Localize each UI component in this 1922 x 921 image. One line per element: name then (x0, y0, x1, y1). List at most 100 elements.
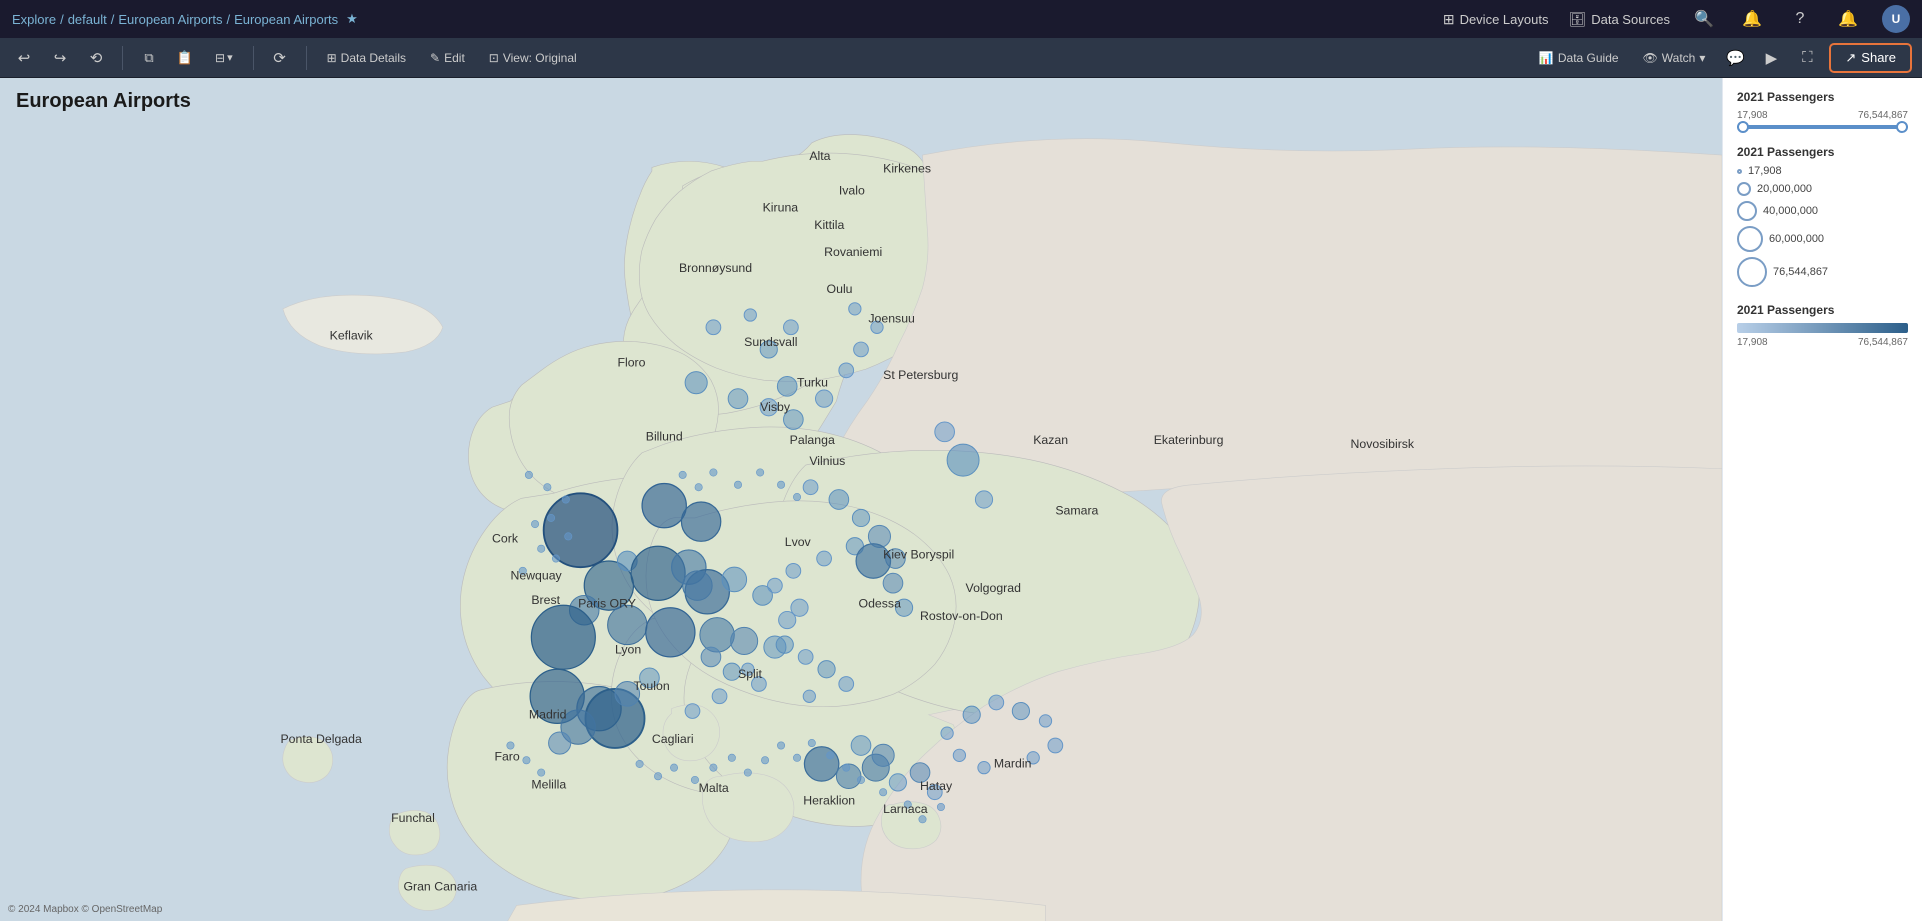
main-content: European Airports (0, 78, 1922, 921)
sep3: / (226, 12, 230, 27)
gradient-labels: 17,908 76,544,867 (1737, 337, 1908, 348)
svg-text:Kiruna: Kiruna (763, 201, 799, 215)
svg-text:Malta: Malta (699, 781, 729, 795)
breadcrumb: Explore / default / European Airports / … (12, 11, 358, 27)
legend-circle-4 (1737, 226, 1763, 252)
svg-text:Kirkenes: Kirkenes (883, 161, 931, 175)
bubble-legend-title: 2021 Passengers (1737, 145, 1908, 159)
current-page-breadcrumb: European Airports (234, 12, 338, 27)
explore-link[interactable]: Explore (12, 12, 56, 27)
bubble-legend-section: 2021 Passengers 17,908 20,000,000 40,000… (1737, 145, 1908, 287)
color-legend-section: 2021 Passengers 17,908 76,544,867 (1737, 303, 1908, 348)
svg-text:Lvov: Lvov (785, 535, 812, 549)
redo-button[interactable]: ↪ (46, 44, 74, 72)
history-button[interactable]: ⟲ (82, 44, 110, 72)
data-guide-button[interactable]: 📊 Data Guide (1531, 47, 1627, 69)
svg-text:Vilnius: Vilnius (809, 454, 845, 468)
page-title: European Airports (16, 90, 191, 113)
share-button[interactable]: ↗ Share (1829, 43, 1912, 73)
toolbar: ↩ ↪ ⟲ ⧉ 📋 ⊟ ▾ ⟳ ⊞ Data Details ✎ Edit ⊡ … (0, 38, 1922, 78)
user-avatar[interactable]: U (1882, 5, 1910, 33)
paste-button[interactable]: 📋 (171, 44, 199, 72)
toolbar-right: 📊 Data Guide 👁 Watch ▾ 💬 ▶ ⛶ ↗ Share (1531, 43, 1912, 73)
svg-text:Larnaca: Larnaca (883, 802, 928, 816)
svg-text:Sundsvall: Sundsvall (744, 335, 797, 349)
svg-text:Kiev Boryspil: Kiev Boryspil (883, 548, 954, 562)
legend-circle-2 (1737, 182, 1751, 196)
svg-text:Keflavik: Keflavik (330, 329, 374, 343)
svg-text:Rovaniemi: Rovaniemi (824, 245, 882, 259)
slider-handle-right[interactable] (1896, 121, 1908, 133)
share-icon: ↗ (1845, 50, 1856, 66)
search-button[interactable]: 🔍 (1690, 5, 1718, 33)
top-nav-right: ⊞ Device Layouts 🗄 Data Sources 🔍 🔔 ? 🔔 … (1443, 5, 1910, 33)
data-sources-button[interactable]: 🗄 Data Sources (1568, 11, 1670, 28)
data-details-button[interactable]: ⊞ Data Details (319, 47, 414, 69)
watch-icon: 👁 (1643, 51, 1658, 65)
svg-text:Floro: Floro (617, 356, 645, 370)
undo-button[interactable]: ↩ (10, 44, 38, 72)
top-navigation: Explore / default / European Airports / … (0, 0, 1922, 38)
svg-text:Brest: Brest (531, 593, 560, 607)
slider-fill (1737, 125, 1908, 129)
size-slider[interactable] (1737, 125, 1908, 129)
svg-text:Toulon: Toulon (633, 679, 669, 693)
breadcrumb-airports-link[interactable]: European Airports (118, 12, 222, 27)
svg-text:Palanga: Palanga (790, 433, 835, 447)
default-link[interactable]: default (68, 12, 107, 27)
view-icon: ⊡ (489, 51, 499, 65)
format-dropdown[interactable]: ⊟ ▾ (207, 47, 241, 69)
svg-text:Funchal: Funchal (391, 811, 435, 825)
svg-text:Madrid: Madrid (529, 707, 567, 721)
color-legend-title: 2021 Passengers (1737, 303, 1908, 317)
slider-max-label: 76,544,867 (1858, 110, 1908, 121)
legend-item-2: 20,000,000 (1737, 182, 1908, 196)
sep2: / (111, 12, 115, 27)
svg-text:Joensuu: Joensuu (868, 311, 915, 325)
separator-1 (122, 46, 123, 70)
data-details-icon: ⊞ (327, 51, 337, 65)
comment-button[interactable]: 💬 (1721, 44, 1749, 72)
legend-circle-3 (1737, 201, 1757, 221)
svg-text:Turku: Turku (797, 375, 828, 389)
svg-text:Paris ORY: Paris ORY (578, 597, 636, 611)
legend-circle-5 (1737, 257, 1767, 287)
svg-text:Mardin: Mardin (994, 757, 1032, 771)
map-area[interactable]: European Airports (0, 78, 1722, 921)
slider-handle-left[interactable] (1737, 121, 1749, 133)
view-original-button[interactable]: ⊡ View: Original (481, 47, 585, 69)
svg-text:Rostov-on-Don: Rostov-on-Don (920, 609, 1003, 623)
data-guide-icon: 📊 (1539, 51, 1554, 65)
svg-text:Volgograd: Volgograd (966, 581, 1022, 595)
slider-track (1737, 125, 1908, 129)
device-layouts-button[interactable]: ⊞ Device Layouts (1443, 11, 1549, 28)
right-panel: 2021 Passengers 17,908 76,544,867 2021 P… (1722, 78, 1922, 921)
watch-button[interactable]: 👁 Watch ▾ (1635, 47, 1714, 69)
legend-item-5: 76,544,867 (1737, 257, 1908, 287)
present-button[interactable]: ▶ (1757, 44, 1785, 72)
legend-label-2: 20,000,000 (1757, 183, 1812, 195)
map-svg: Alta Kirkenes Kiruna Ivalo Kittila Rovan… (0, 78, 1722, 921)
notifications-button[interactable]: 🔔 (1738, 5, 1766, 33)
svg-text:Melilla: Melilla (531, 778, 566, 792)
svg-text:Ivalo: Ivalo (839, 183, 865, 197)
format-icon: ⊟ (215, 51, 225, 65)
bubble-legend-items: 17,908 20,000,000 40,000,000 60,000,000 … (1737, 165, 1908, 287)
alerts-button[interactable]: 🔔 (1834, 5, 1862, 33)
legend-item-4: 60,000,000 (1737, 226, 1908, 252)
device-layouts-icon: ⊞ (1443, 11, 1455, 28)
copy-button[interactable]: ⧉ (135, 44, 163, 72)
size-slider-section: 2021 Passengers 17,908 76,544,867 (1737, 90, 1908, 129)
map-credit: © 2024 Mapbox © OpenStreetMap (8, 904, 162, 915)
fullscreen-button[interactable]: ⛶ (1793, 44, 1821, 72)
refresh-button[interactable]: ⟳ (266, 44, 294, 72)
favorite-star-icon[interactable]: ★ (346, 11, 358, 27)
slider-labels: 17,908 76,544,867 (1737, 110, 1908, 121)
svg-text:Newquay: Newquay (510, 568, 562, 582)
edit-button[interactable]: ✎ Edit (422, 47, 473, 69)
svg-text:Oulu: Oulu (827, 282, 853, 296)
help-button[interactable]: ? (1786, 5, 1814, 33)
svg-text:Lyon: Lyon (615, 642, 641, 656)
gradient-min-label: 17,908 (1737, 337, 1768, 348)
svg-text:Samara: Samara (1055, 503, 1098, 517)
